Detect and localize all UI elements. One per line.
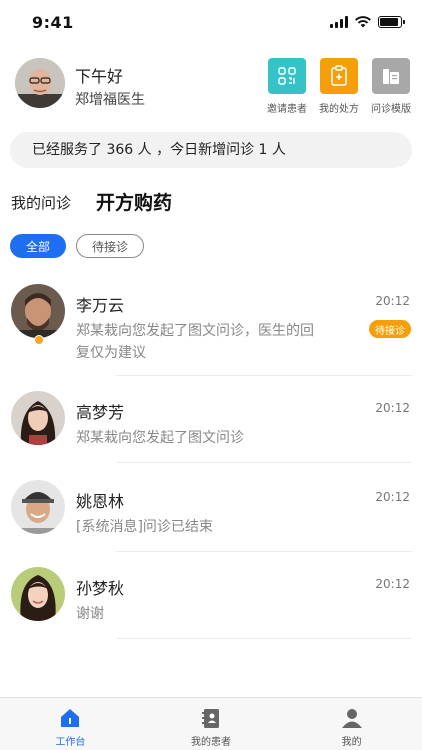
avatar [11, 284, 65, 338]
message-time: 20:12 [375, 577, 410, 591]
divider [116, 462, 412, 463]
message-preview: 谢谢 [76, 606, 104, 622]
filter-chips: 全部 待接诊 [10, 234, 144, 258]
main-tabs: 我的问诊 开方购药 [0, 186, 422, 218]
nav-my-patients[interactable]: 我的患者 [141, 698, 282, 750]
nav-workbench-label: 工作台 [55, 737, 86, 748]
message-preview: [系统消息]问诊已结束 [76, 519, 213, 535]
patient-name: 孙梦秋 [76, 579, 125, 598]
consult-template-label: 问诊模版 [371, 104, 411, 115]
bottom-nav: 工作台 我的患者 我的 [0, 697, 422, 750]
signal-icon [330, 16, 348, 28]
status-time: 9:41 [32, 13, 74, 32]
message-time: 20:12 [375, 490, 410, 504]
patient-name: 姚恩林 [76, 492, 125, 511]
nav-me[interactable]: 我的 [281, 698, 422, 750]
message-time: 20:12 [375, 401, 410, 415]
user-icon [341, 709, 362, 728]
status-badge: 待接诊 [369, 320, 411, 338]
invite-patient-button[interactable]: 邀请患者 [267, 58, 307, 115]
home-icon [61, 709, 80, 727]
prescription-icon [320, 58, 358, 94]
battery-icon [378, 16, 405, 28]
tab-prescribe[interactable]: 开方购药 [96, 188, 172, 215]
template-icon [372, 58, 410, 94]
divider [116, 375, 412, 376]
list-item[interactable]: 孙梦秋 20:12 谢谢 [0, 567, 422, 647]
invite-patient-label: 邀请患者 [267, 104, 307, 115]
service-summary: 已经服务了 366 人 ，今日新增问诊 1 人 [10, 132, 412, 168]
wifi-icon [355, 16, 371, 28]
doctor-header: 下午好 郑增福医生 邀请患者 我的处方 问诊模版 [0, 56, 422, 116]
battery-fill [380, 18, 398, 26]
status-icons [330, 16, 405, 28]
quick-actions: 邀请患者 我的处方 问诊模版 [267, 58, 411, 115]
filter-all-button[interactable]: 全部 [10, 234, 66, 258]
divider [116, 638, 412, 639]
qr-code-icon [268, 58, 306, 94]
message-time: 20:12 [375, 294, 410, 308]
contacts-book-icon [202, 709, 219, 728]
doctor-name: 郑增福医生 [75, 92, 145, 108]
patient-name: 李万云 [76, 296, 125, 315]
avatar [11, 480, 65, 534]
nav-me-label: 我的 [341, 737, 362, 748]
consult-template-button[interactable]: 问诊模版 [371, 58, 411, 115]
divider [116, 551, 412, 552]
my-prescription-label: 我的处方 [319, 104, 359, 115]
list-item[interactable]: 李万云 20:12 郑某栽向您发起了图文问诊，医生的回复仅为建议 待接诊 [0, 284, 422, 376]
avatar [11, 567, 65, 621]
message-preview: 郑某栽向您发起了图文问诊，医生的回复仅为建议 [76, 323, 314, 361]
greeting-text: 下午好 [75, 67, 124, 86]
unread-dot [34, 335, 44, 345]
nav-workbench[interactable]: 工作台 [0, 698, 141, 750]
list-item[interactable]: 姚恩林 20:12 [系统消息]问诊已结束 [0, 480, 422, 560]
list-item[interactable]: 高梦芳 20:12 郑某栽向您发起了图文问诊 [0, 391, 422, 471]
nav-my-patients-label: 我的患者 [191, 737, 231, 748]
doctor-avatar[interactable] [15, 58, 65, 108]
my-prescription-button[interactable]: 我的处方 [319, 58, 359, 115]
avatar [11, 391, 65, 445]
tab-my-consult[interactable]: 我的问诊 [11, 192, 71, 213]
message-preview: 郑某栽向您发起了图文问诊 [76, 430, 244, 446]
filter-pending-button[interactable]: 待接诊 [76, 234, 144, 258]
status-bar: 9:41 [0, 0, 422, 46]
patient-name: 高梦芳 [76, 403, 125, 422]
